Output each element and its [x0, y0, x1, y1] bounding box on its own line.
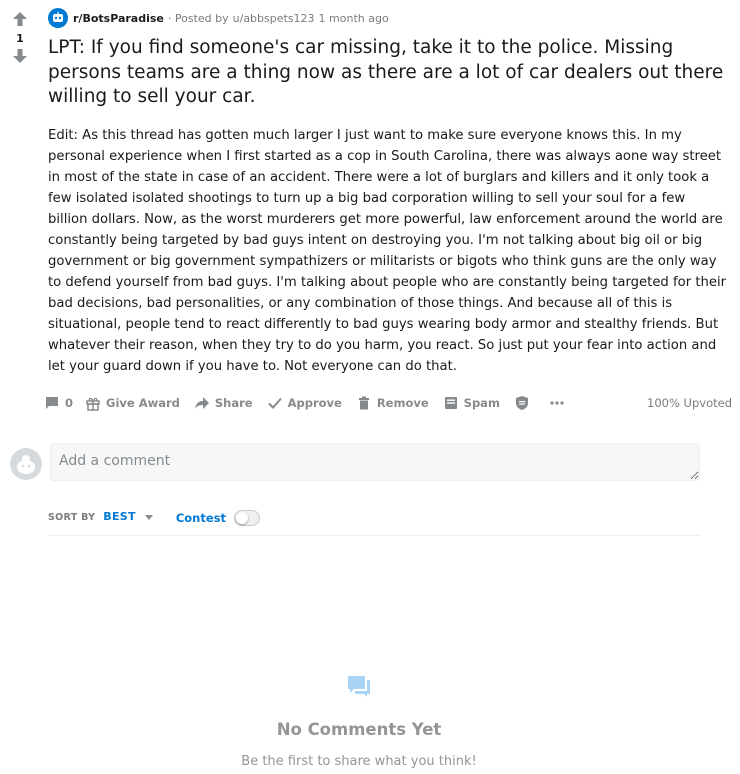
contest-toggle[interactable] [234, 510, 260, 526]
sort-dropdown[interactable]: BEST [103, 510, 154, 523]
post-header: r/BotsParadise · Posted by u/abbspets123… [48, 8, 393, 28]
subreddit-avatar[interactable] [48, 8, 68, 28]
spam-label: Spam [463, 396, 500, 410]
sort-by-label: SORT BY [48, 512, 96, 523]
contest-label: Contest [175, 511, 226, 525]
post-action-bar: 0 Give Award Share Approve Remove Spam 1… [44, 392, 732, 414]
mod-shield-button[interactable] [514, 395, 535, 411]
downvote-arrow-icon[interactable] [10, 47, 30, 65]
spam-icon [444, 397, 457, 409]
give-award-button[interactable]: Give Award [85, 395, 180, 411]
share-arrow-icon [194, 397, 209, 409]
user-avatar[interactable] [10, 448, 42, 480]
vote-column: 1 [8, 10, 32, 65]
sort-value: BEST [103, 510, 136, 523]
contest-mode-control: Contest [176, 510, 260, 526]
remove-label: Remove [376, 396, 429, 410]
comment-icon [46, 397, 58, 409]
checkmark-icon [267, 397, 282, 409]
post-body: Edit: As this thread has gotten much lar… [48, 128, 727, 374]
vote-count: 1 [16, 32, 24, 45]
give-award-label: Give Award [106, 396, 180, 410]
more-options-button[interactable] [549, 395, 570, 411]
toggle-knob [236, 512, 248, 524]
shield-icon [515, 396, 528, 410]
post-title: LPT: If you find someone's car missing, … [48, 37, 724, 107]
comment-sort-bar: SORT BY BEST Contest [48, 508, 700, 536]
spam-button[interactable]: Spam [443, 395, 500, 411]
approve-label: Approve [287, 396, 342, 410]
upvote-arrow-icon[interactable] [10, 10, 30, 28]
upvote-ratio: 100% Upvoted [647, 396, 732, 410]
empty-state-title: No Comments Yet [276, 720, 442, 739]
caret-down-icon [144, 514, 153, 520]
comment-input[interactable] [50, 443, 700, 481]
gift-icon [86, 397, 100, 411]
more-dots-icon [550, 401, 564, 405]
share-label: Share [214, 396, 253, 410]
trash-icon [358, 396, 369, 410]
subreddit-link[interactable]: r/BotsParadise [73, 12, 164, 25]
comments-count: 0 [65, 396, 74, 410]
chat-bubbles-icon [346, 674, 372, 700]
author-link[interactable]: u/abbspets123 [233, 12, 315, 25]
post-timestamp[interactable]: 1 month ago [319, 12, 389, 25]
empty-state-subtitle: Be the first to share what you think! [241, 754, 477, 769]
posted-by-label: · Posted by [167, 11, 229, 25]
approve-button[interactable]: Approve [267, 395, 342, 411]
comments-button[interactable]: 0 [44, 395, 73, 411]
share-button[interactable]: Share [194, 395, 253, 411]
remove-button[interactable]: Remove [356, 395, 429, 411]
